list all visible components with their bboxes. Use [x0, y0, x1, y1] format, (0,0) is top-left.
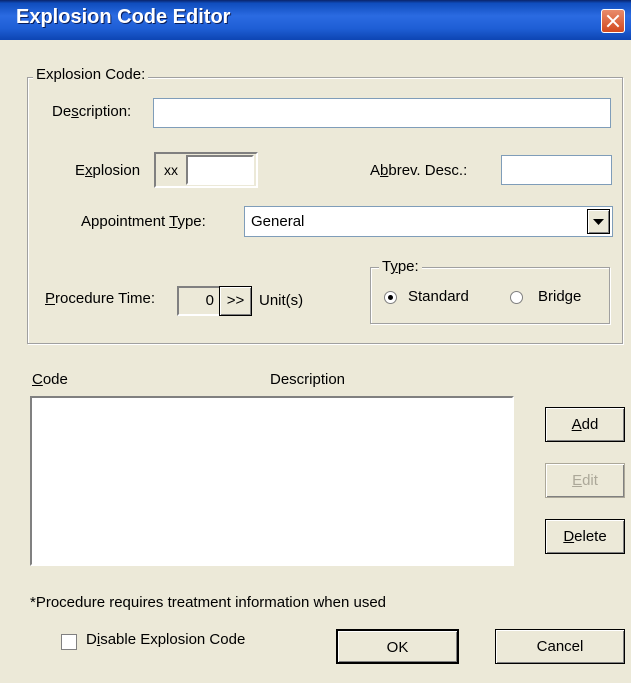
- dialog-window: Explosion Code Editor Explosion Code: De…: [0, 0, 631, 683]
- window-title: Explosion Code Editor: [16, 6, 231, 28]
- close-icon[interactable]: [601, 9, 625, 33]
- column-header-description: Description: [270, 371, 346, 388]
- appointment-type-label: Appointment Type:: [81, 213, 206, 230]
- procedure-time-field: 0: [177, 286, 221, 316]
- procedure-time-label: Procedure Time:: [45, 290, 156, 307]
- code-list[interactable]: [30, 396, 514, 566]
- explosion-code-box: xx: [154, 152, 258, 188]
- procedure-time-button[interactable]: >>: [219, 286, 252, 316]
- abbrev-desc-field[interactable]: [501, 155, 612, 185]
- disable-explosion-label: Disable Explosion Code: [86, 631, 246, 648]
- explosion-field[interactable]: [186, 155, 254, 185]
- ok-button[interactable]: OK: [336, 629, 459, 664]
- appointment-type-select[interactable]: General: [244, 206, 613, 237]
- type-standard-radio[interactable]: [384, 291, 397, 304]
- disable-explosion-checkbox[interactable]: [61, 634, 77, 650]
- title-bar[interactable]: Explosion Code Editor: [0, 0, 631, 40]
- explosion-label: Explosion: [75, 162, 141, 179]
- type-bridge-radio[interactable]: [510, 291, 523, 304]
- column-header-code: Code: [32, 371, 68, 388]
- explosion-code-legend: Explosion Code:: [33, 66, 149, 83]
- procedure-units-label: Unit(s): [259, 292, 304, 309]
- add-button[interactable]: Add: [545, 407, 625, 442]
- delete-button[interactable]: Delete: [545, 519, 625, 554]
- treatment-note: *Procedure requires treatment informatio…: [30, 594, 387, 611]
- cancel-button[interactable]: Cancel: [495, 629, 625, 664]
- type-bridge-label: Bridge: [538, 288, 582, 305]
- abbrev-desc-label: Abbrev. Desc.:: [370, 162, 468, 179]
- appointment-type-value: General: [251, 213, 305, 230]
- chevron-down-icon[interactable]: [587, 209, 610, 234]
- edit-button[interactable]: Edit: [545, 463, 625, 498]
- explosion-prefix: xx: [164, 162, 178, 178]
- description-field[interactable]: [153, 98, 611, 128]
- description-label: Description:: [52, 103, 132, 120]
- type-legend: Type:: [379, 258, 422, 275]
- procedure-time-value: 0: [205, 292, 214, 309]
- type-standard-label: Standard: [408, 288, 469, 305]
